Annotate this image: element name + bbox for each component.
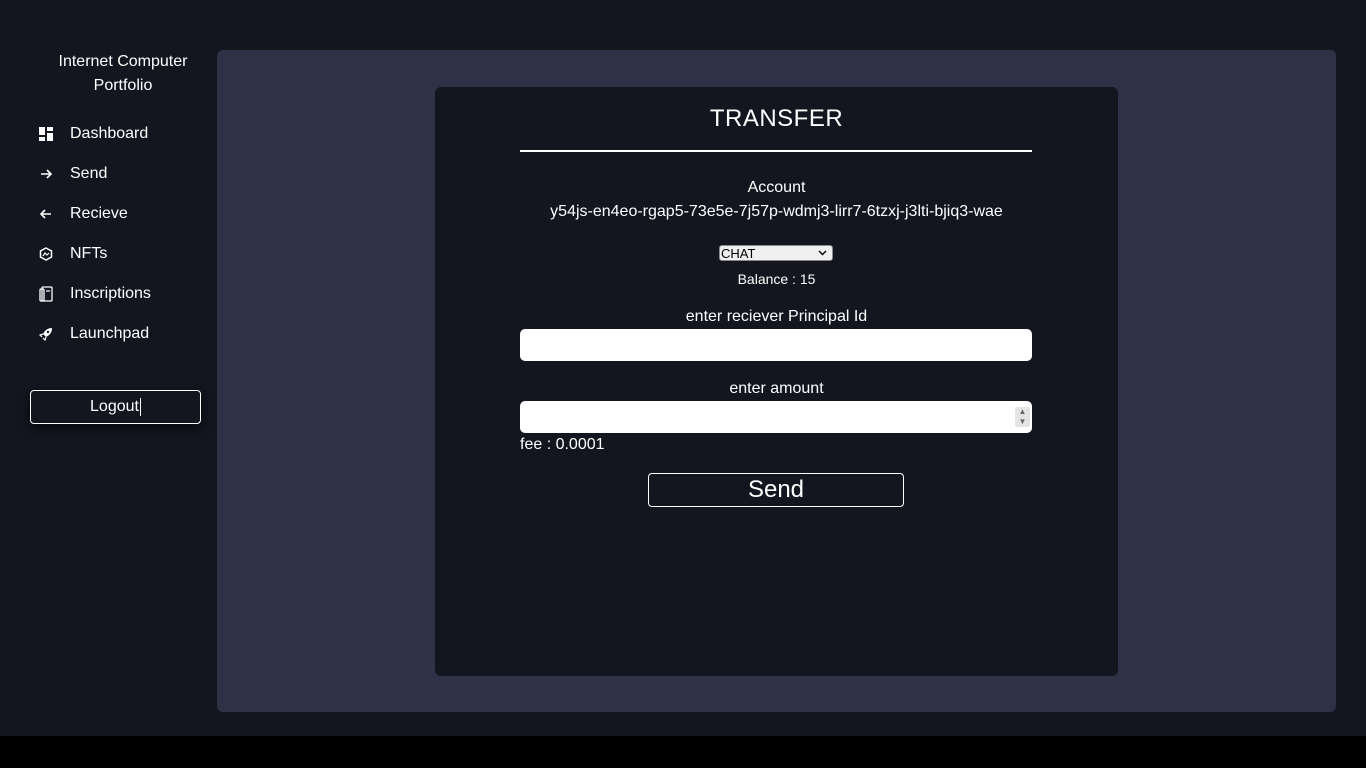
sidebar-item-label: Send [70, 165, 108, 182]
account-id: y54js-en4eo-rgap5-73e5e-7j57p-wdmj3-lirr… [550, 203, 1003, 220]
principal-label: enter reciever Principal Id [685, 308, 868, 325]
token-select[interactable]: CHAT [719, 245, 833, 261]
arrow-left-icon [38, 206, 54, 222]
logout-label: Logout [90, 398, 139, 415]
logout-button[interactable]: Logout [30, 390, 201, 424]
sidebar-item-label: Dashboard [70, 125, 149, 142]
sidebar-nav: Dashboard Send Recieve NFTs Inscriptions… [0, 114, 217, 354]
sidebar-item-dashboard[interactable]: Dashboard [0, 114, 217, 154]
token-select-value: CHAT [721, 245, 756, 261]
balance-text: Balance : 15 [737, 271, 816, 287]
principal-id-input[interactable] [520, 329, 1032, 361]
amount-label: enter amount [729, 380, 824, 397]
arrow-right-icon [38, 166, 54, 182]
amount-input[interactable]: ▲ ▼ [520, 401, 1032, 433]
send-button[interactable]: Send [648, 473, 904, 507]
chevron-down-icon [818, 248, 827, 260]
sidebar-item-recieve[interactable]: Recieve [0, 194, 217, 234]
main-panel: TRANSFER Account y54js-en4eo-rgap5-73e5e… [217, 50, 1336, 712]
page-title: TRANSFER [709, 105, 844, 132]
inscriptions-icon [38, 286, 54, 302]
app-window: Internet Computer Portfolio Dashboard Se… [0, 0, 1366, 736]
dashboard-icon [38, 126, 54, 142]
sidebar-item-inscriptions[interactable]: Inscriptions [0, 274, 217, 314]
title-divider [520, 150, 1032, 152]
sidebar-item-label: NFTs [70, 245, 108, 262]
sidebar-item-label: Launchpad [70, 325, 150, 342]
sidebar-item-launchpad[interactable]: Launchpad [0, 314, 217, 354]
transfer-card: TRANSFER Account y54js-en4eo-rgap5-73e5e… [435, 87, 1118, 676]
fee-text: fee : 0.0001 [520, 436, 605, 453]
sidebar-item-label: Inscriptions [70, 285, 151, 302]
number-spinner[interactable]: ▲ ▼ [1015, 407, 1030, 427]
sidebar-item-send[interactable]: Send [0, 154, 217, 194]
rocket-icon [38, 326, 54, 342]
account-label: Account [747, 179, 806, 196]
nft-icon [38, 246, 54, 262]
sidebar: Internet Computer Portfolio Dashboard Se… [0, 0, 217, 736]
sidebar-item-nfts[interactable]: NFTs [0, 234, 217, 274]
text-cursor [139, 398, 141, 416]
brand-title: Internet Computer Portfolio [58, 53, 188, 94]
sidebar-item-label: Recieve [70, 205, 128, 222]
